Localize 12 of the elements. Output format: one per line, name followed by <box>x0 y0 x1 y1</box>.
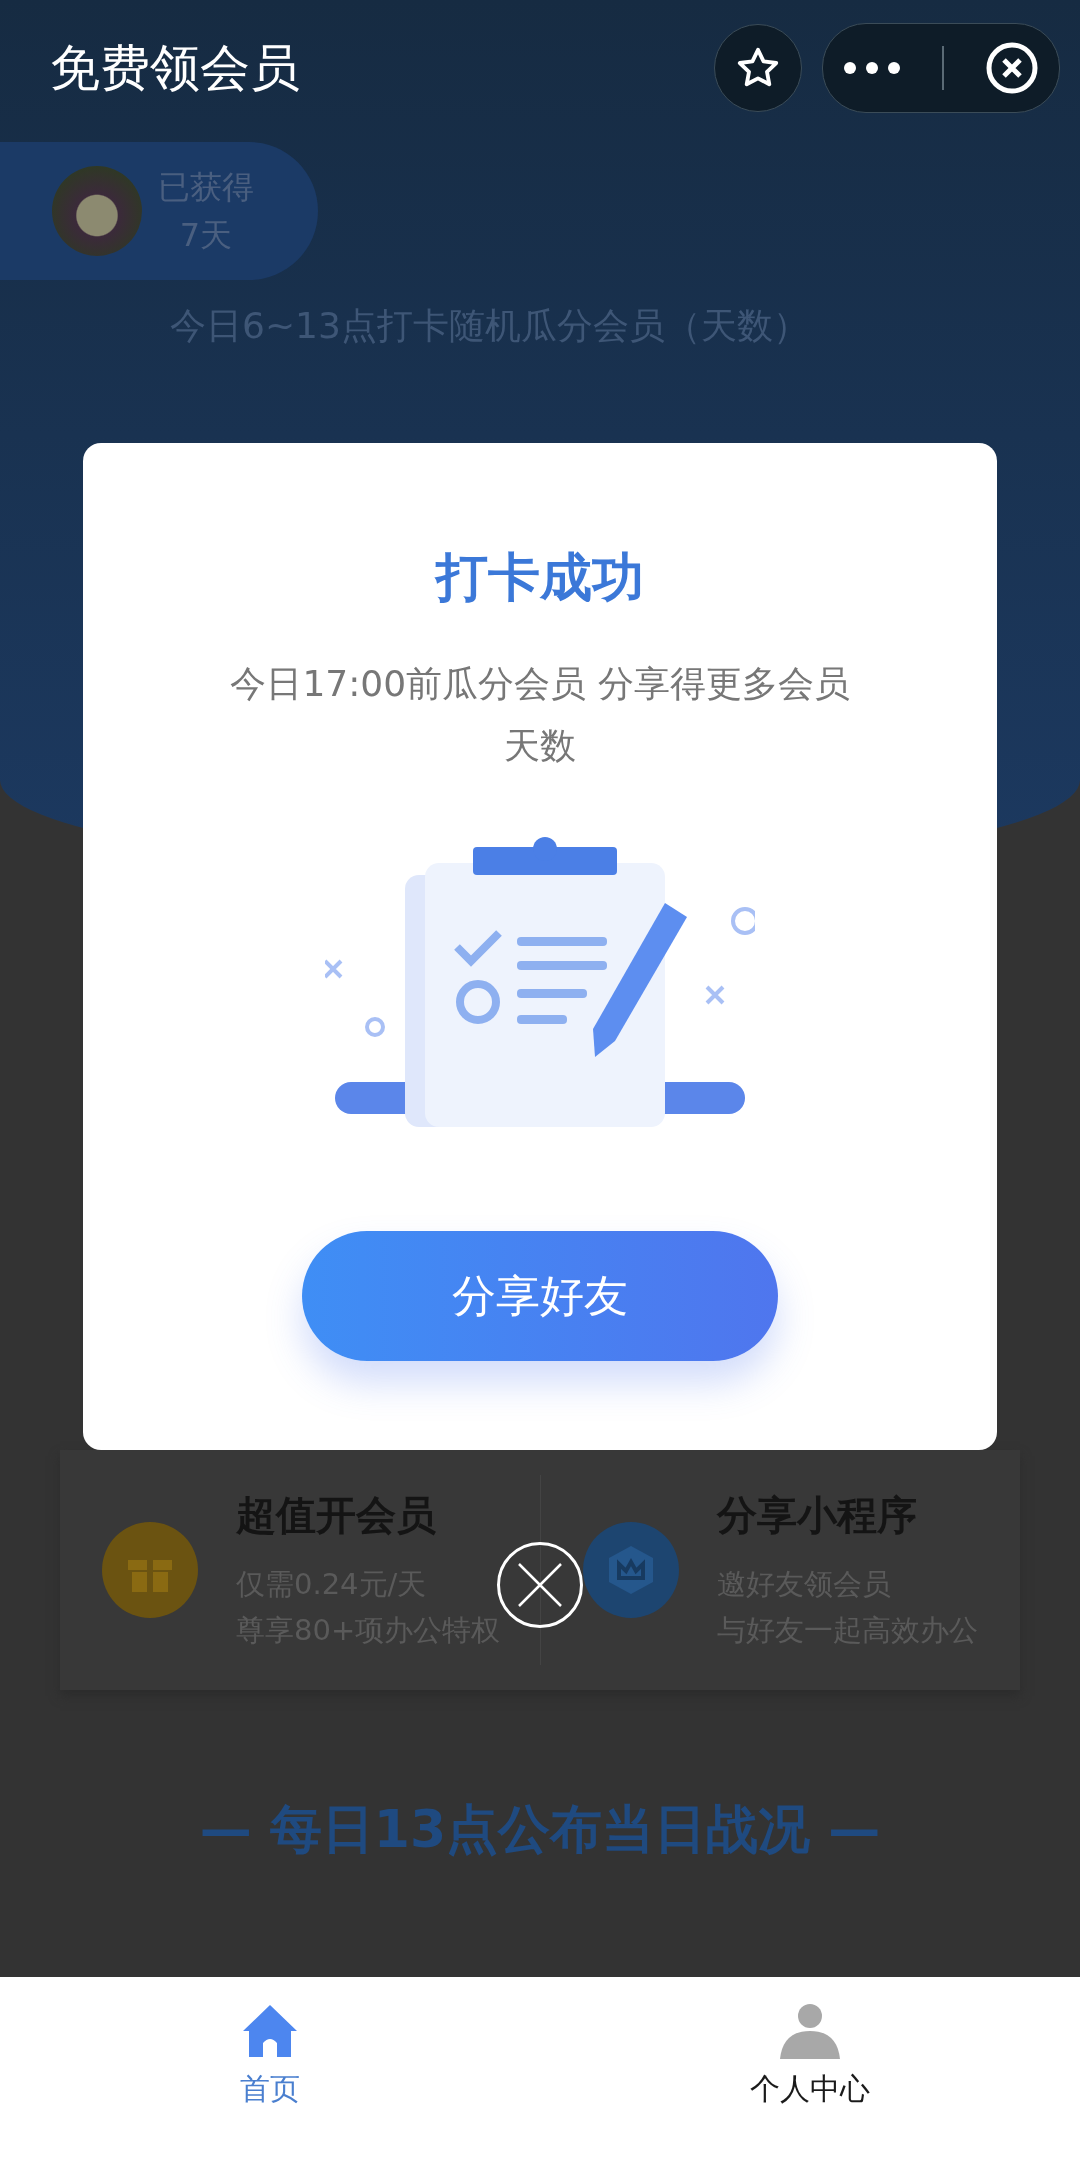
dialog-title: 打卡成功 <box>436 546 644 609</box>
share-button[interactable]: 分享好友 <box>302 1231 778 1361</box>
page-title: 免费领会员 <box>50 37 300 99</box>
section-heading: — 每日13点公布当日战况 — <box>198 1798 882 1861</box>
person-icon <box>779 2003 841 2059</box>
more-icon[interactable] <box>843 61 902 75</box>
close-button[interactable] <box>497 1542 583 1628</box>
close-icon[interactable] <box>984 41 1039 95</box>
tab[interactable]: 个人中心 <box>540 1977 1080 2161</box>
tab[interactable]: 首页 <box>0 1977 540 2161</box>
dialog-message: 今日17:00前瓜分会员 分享得更多会员天数 <box>230 662 850 768</box>
home-icon <box>241 2003 299 2059</box>
